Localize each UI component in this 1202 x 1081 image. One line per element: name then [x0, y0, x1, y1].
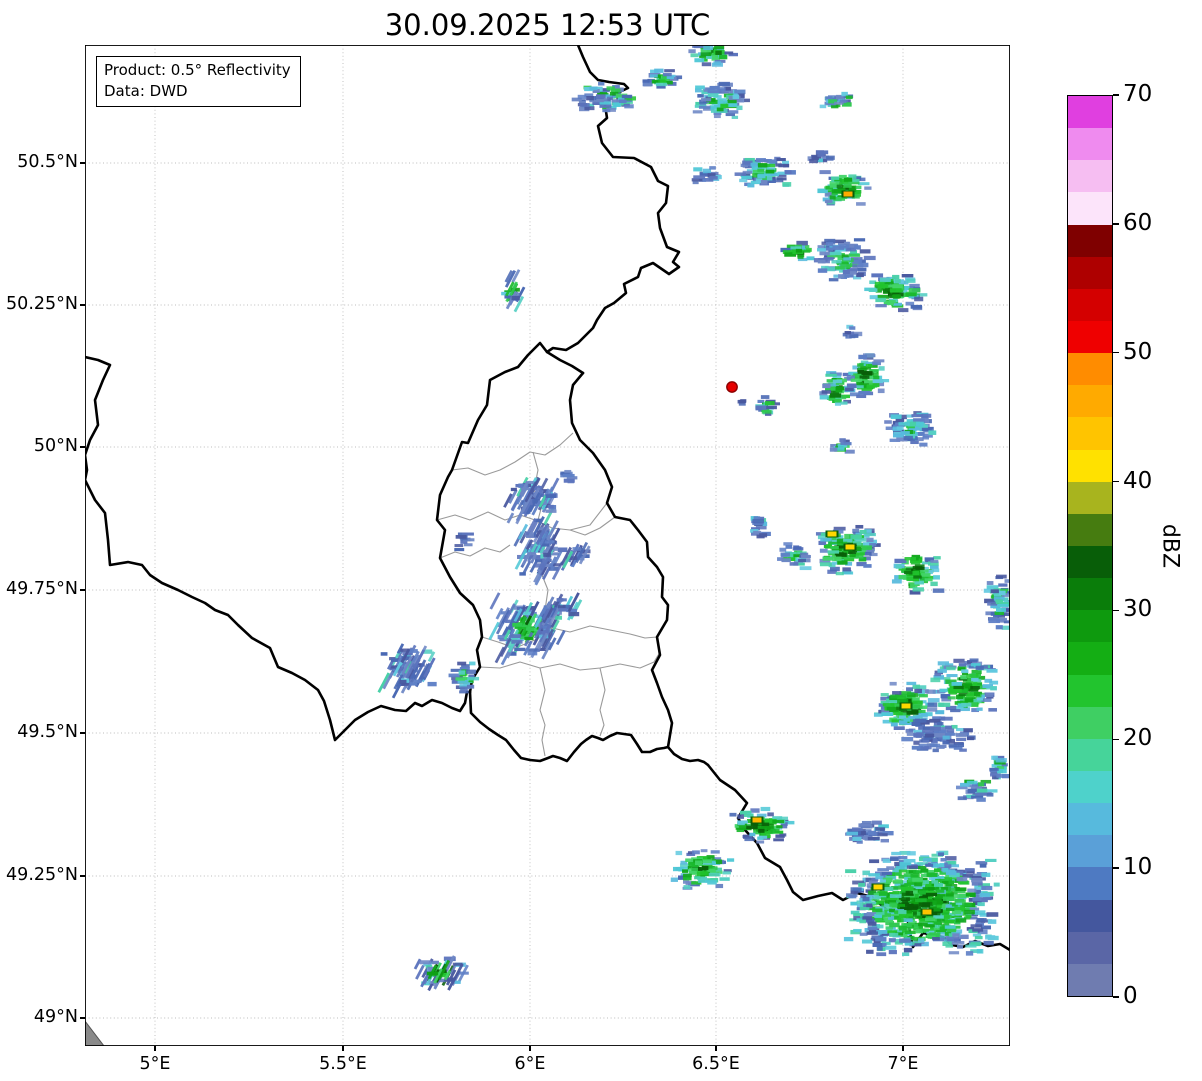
colorbar-tick-mark [1113, 609, 1119, 612]
colorbar-tick-label: 30 [1123, 596, 1153, 623]
colorbar-tick-label: 60 [1123, 209, 1153, 236]
x-tick-mark [902, 1046, 904, 1051]
y-tick-mark [80, 304, 85, 306]
colorbar-segment [1068, 738, 1112, 771]
y-tick-label: 49.75°N [6, 579, 78, 599]
colorbar-segment [1068, 224, 1112, 257]
x-tick-mark [529, 1046, 531, 1051]
x-tick-mark [715, 1046, 717, 1051]
colorbar-segment [1068, 449, 1112, 482]
colorbar-tick-label: 50 [1123, 338, 1153, 365]
radar-map [85, 45, 1010, 1046]
colorbar-tick-mark [1113, 223, 1119, 225]
colorbar-tick-mark [1113, 352, 1119, 354]
x-tick-mark [154, 1046, 156, 1051]
y-tick-label: 50.5°N [17, 152, 78, 172]
colorbar-segment [1068, 513, 1112, 546]
y-tick-label: 49.5°N [17, 722, 78, 742]
colorbar-segment [1068, 899, 1112, 932]
colorbar-segment [1068, 256, 1112, 289]
colorbar-segment [1068, 963, 1112, 996]
colorbar-segment [1068, 385, 1112, 418]
product-line: Product: 0.5° Reflectivity [104, 61, 291, 79]
colorbar-segment [1068, 706, 1112, 739]
colorbar-tick-mark [1113, 480, 1119, 483]
colorbar-segment [1068, 867, 1112, 900]
colorbar-segment [1068, 770, 1112, 804]
colorbar-segment [1068, 96, 1112, 129]
y-tick-mark [80, 875, 85, 877]
colorbar-segment [1068, 353, 1112, 386]
colorbar-segment [1068, 160, 1112, 193]
colorbar-tick-label: 0 [1123, 983, 1138, 1009]
x-tick-label: 5.5°E [319, 1054, 367, 1074]
colorbar-segment [1068, 545, 1112, 579]
colorbar-tick-mark [1113, 996, 1119, 998]
colorbar-tick-mark [1113, 94, 1119, 96]
colorbar-segment [1068, 578, 1112, 611]
x-tick-label: 6°E [514, 1054, 546, 1074]
colorbar-tick-label: 70 [1123, 81, 1153, 107]
colorbar-segment [1068, 481, 1112, 514]
colorbar-segment [1068, 128, 1112, 161]
y-tick-mark [80, 589, 85, 591]
y-tick-label: 50.25°N [6, 294, 78, 314]
colorbar-segment [1068, 803, 1112, 836]
radar-figure: 30.09.2025 12:53 UTC Product: 0.5° Refle… [0, 0, 1202, 1081]
y-tick-label: 49.25°N [6, 865, 78, 885]
colorbar-segment [1068, 417, 1112, 450]
colorbar-segment [1068, 642, 1112, 675]
y-tick-mark [80, 1017, 85, 1019]
reflectivity-colorbar [1067, 95, 1113, 997]
colorbar-segment [1068, 835, 1112, 868]
colorbar-segment [1068, 931, 1112, 964]
y-tick-label: 50°N [33, 436, 78, 456]
colorbar-segment [1068, 674, 1112, 707]
y-tick-mark [80, 732, 85, 734]
corner-terrain-patch [85, 1020, 105, 1046]
colorbar-segment [1068, 192, 1112, 225]
colorbar-tick-mark [1113, 867, 1119, 869]
colorbar-segment [1068, 320, 1112, 354]
y-tick-mark [80, 162, 85, 164]
colorbar-segment [1068, 288, 1112, 321]
colorbar-tick-label: 10 [1123, 854, 1153, 881]
radar-station-marker [726, 381, 738, 393]
x-tick-label: 6.5°E [692, 1054, 740, 1074]
colorbar-tick-label: 20 [1123, 725, 1153, 752]
colorbar-tick-mark [1113, 738, 1119, 740]
colorbar-axis-label: dBZ [1157, 523, 1183, 569]
y-tick-label: 49°N [33, 1007, 78, 1027]
y-tick-mark [80, 446, 85, 448]
colorbar-segment [1068, 610, 1112, 643]
product-info-box: Product: 0.5° Reflectivity Data: DWD [96, 56, 301, 107]
data-source-line: Data: DWD [104, 82, 188, 100]
figure-title: 30.09.2025 12:53 UTC [384, 8, 711, 42]
x-tick-mark [342, 1046, 344, 1051]
x-tick-label: 7°E [887, 1054, 919, 1074]
colorbar-tick-label: 40 [1123, 467, 1153, 494]
x-tick-label: 5°E [139, 1054, 171, 1074]
radar-echoes [377, 45, 1010, 992]
